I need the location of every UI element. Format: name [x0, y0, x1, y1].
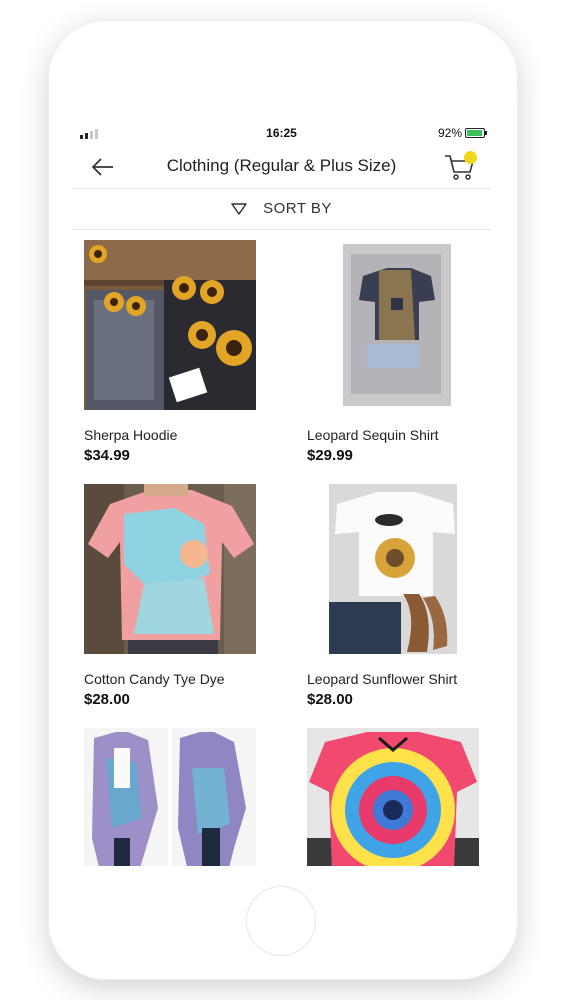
product-name[interactable]: Cotton Candy Tye Dye: [84, 671, 225, 687]
battery-status: 92%: [437, 126, 487, 140]
product-name[interactable]: Leopard Sequin Shirt: [307, 427, 439, 443]
product-name[interactable]: Sherpa Hoodie: [84, 427, 177, 443]
status-bar: 16:25 92%: [72, 124, 491, 142]
app-screen: 16:25 92% Clothing (Regular & Plus Size)…: [72, 124, 491, 866]
triangle-down-icon: [231, 202, 247, 215]
product-image[interactable]: [84, 484, 256, 654]
battery-fill: [467, 130, 482, 136]
battery-icon: [465, 128, 487, 138]
home-button[interactable]: [246, 886, 316, 956]
product-image[interactable]: [84, 728, 256, 866]
cart-badge: [464, 151, 477, 164]
product-image[interactable]: [307, 240, 479, 410]
product-image[interactable]: [84, 240, 256, 410]
sort-bar[interactable]: SORT BY: [72, 189, 491, 230]
arrow-left-icon[interactable]: [90, 154, 116, 180]
product-name[interactable]: Leopard Sunflower Shirt: [307, 671, 457, 687]
product-image[interactable]: [307, 728, 479, 866]
battery-percent: 92%: [437, 126, 462, 140]
product-price: $29.99: [307, 447, 353, 464]
app-header: Clothing (Regular & Plus Size): [72, 146, 491, 189]
product-price: $28.00: [84, 691, 130, 708]
status-time: 16:25: [266, 126, 297, 140]
product-image[interactable]: [307, 484, 479, 654]
sort-label: SORT BY: [263, 200, 332, 217]
product-price: $34.99: [84, 447, 130, 464]
product-price: $28.00: [307, 691, 353, 708]
page-title: Clothing (Regular & Plus Size): [166, 156, 397, 175]
